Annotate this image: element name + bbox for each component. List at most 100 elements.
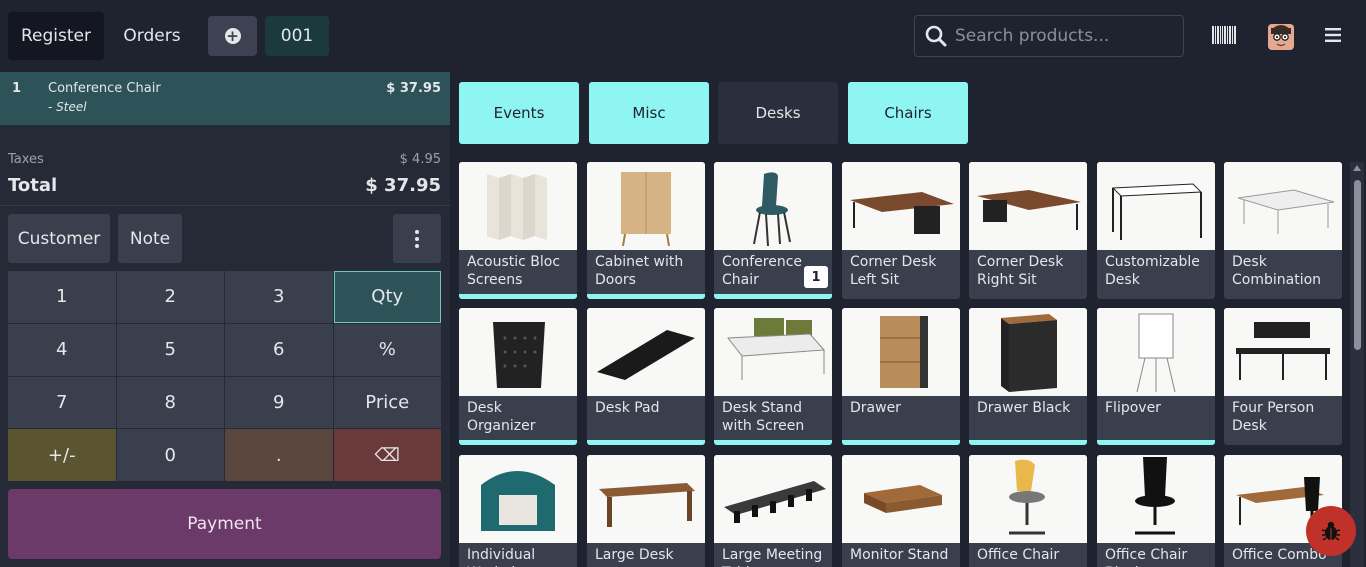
product-card[interactable]: Office Chair bbox=[969, 455, 1087, 567]
product-search[interactable] bbox=[914, 15, 1184, 57]
debug-button[interactable] bbox=[1306, 506, 1356, 556]
numpad-key-1[interactable]: 1 bbox=[8, 271, 116, 323]
customer-button[interactable]: Customer bbox=[8, 214, 110, 263]
numpad-key-0[interactable]: 0 bbox=[116, 429, 224, 481]
product-name: Acoustic Bloc Screens bbox=[467, 254, 561, 288]
numpad-decimal[interactable]: . bbox=[225, 429, 333, 481]
numpad-key-9[interactable]: 9 bbox=[225, 376, 333, 429]
category-color-bar bbox=[459, 294, 577, 299]
new-order-button[interactable]: + bbox=[208, 16, 257, 56]
product-card[interactable]: Corner Desk Left Sit bbox=[842, 162, 960, 299]
product-card[interactable]: Monitor Stand bbox=[842, 455, 960, 567]
numpad-key-5[interactable]: 5 bbox=[116, 323, 224, 376]
numpad-key-4[interactable]: 4 bbox=[8, 323, 116, 376]
category-color-bar bbox=[714, 440, 832, 445]
product-card[interactable]: Corner Desk Right Sit bbox=[969, 162, 1087, 299]
product-image bbox=[969, 455, 1087, 543]
product-card[interactable]: Acoustic Bloc Screens bbox=[459, 162, 577, 299]
product-name: Large Meeting Table bbox=[722, 547, 823, 567]
product-name: Customizable Desk bbox=[1105, 254, 1200, 288]
product-name: Corner Desk Left Sit bbox=[850, 254, 937, 288]
taxes-value: $ 4.95 bbox=[399, 152, 441, 167]
category-color-bar bbox=[459, 440, 577, 445]
total-value: $ 37.95 bbox=[365, 175, 441, 196]
product-name: Flipover bbox=[1105, 400, 1161, 416]
category-events[interactable]: Events bbox=[459, 82, 579, 144]
product-card[interactable]: Desk Pad bbox=[587, 308, 705, 445]
product-image bbox=[1224, 308, 1342, 396]
numpad-backspace[interactable]: ⌫ bbox=[333, 429, 441, 481]
current-order-tab[interactable]: 001 bbox=[265, 16, 329, 56]
numpad-qty-mode[interactable]: Qty bbox=[333, 271, 441, 323]
hamburger-menu-icon[interactable] bbox=[1325, 28, 1341, 42]
product-name: Monitor Stand bbox=[850, 547, 949, 563]
product-name: Desk Stand with Screen bbox=[722, 400, 805, 434]
user-avatar[interactable] bbox=[1268, 24, 1294, 50]
order-line-price: $ 37.95 bbox=[386, 81, 441, 96]
product-image bbox=[842, 162, 960, 250]
product-name: Office Chair bbox=[977, 547, 1060, 563]
product-grid: Acoustic Bloc Screens Cabinet with Doors… bbox=[459, 162, 1349, 567]
product-image bbox=[1097, 162, 1215, 250]
orders-button[interactable]: Orders bbox=[112, 12, 192, 60]
product-name: Corner Desk Right Sit bbox=[977, 254, 1064, 288]
numpad-key-7[interactable]: 7 bbox=[8, 376, 116, 429]
payment-button[interactable]: Payment bbox=[8, 489, 441, 559]
scroll-up-arrow-icon[interactable] bbox=[1353, 165, 1361, 171]
note-button[interactable]: Note bbox=[118, 214, 182, 263]
search-input[interactable] bbox=[955, 26, 1175, 46]
product-image bbox=[714, 455, 832, 543]
product-grid-scrollbar[interactable] bbox=[1350, 162, 1364, 567]
product-card[interactable]: Desk Organizer bbox=[459, 308, 577, 445]
product-image bbox=[842, 308, 960, 396]
numpad-key-2[interactable]: 2 bbox=[116, 271, 224, 323]
numpad-key-6[interactable]: 6 bbox=[225, 323, 333, 376]
product-name: Individual Workplace bbox=[467, 547, 540, 567]
category-color-bar bbox=[714, 294, 832, 299]
product-card[interactable]: Flipover bbox=[1097, 308, 1215, 445]
product-card[interactable]: Large Desk bbox=[587, 455, 705, 567]
numpad-sign-toggle[interactable]: +/- bbox=[8, 429, 116, 481]
barcode-icon[interactable] bbox=[1212, 26, 1236, 44]
category-desks[interactable]: Desks bbox=[718, 82, 838, 144]
product-card[interactable]: Desk Combination bbox=[1224, 162, 1342, 299]
order-panel: 1 Conference Chair - Steel $ 37.95 Taxes… bbox=[0, 72, 450, 567]
category-misc[interactable]: Misc bbox=[589, 82, 709, 144]
product-image bbox=[459, 455, 577, 543]
order-line[interactable]: 1 Conference Chair - Steel $ 37.95 bbox=[0, 72, 450, 125]
more-actions-button[interactable] bbox=[393, 214, 441, 263]
product-card[interactable]: Cabinet with Doors bbox=[587, 162, 705, 299]
register-button[interactable]: Register bbox=[8, 12, 104, 60]
product-card[interactable]: Office Chair Black bbox=[1097, 455, 1215, 567]
numpad-key-3[interactable]: 3 bbox=[225, 271, 333, 323]
numpad-discount-mode[interactable]: % bbox=[333, 323, 441, 376]
product-card[interactable]: Conference Chair 1 bbox=[714, 162, 832, 299]
product-card[interactable]: Desk Stand with Screen bbox=[714, 308, 832, 445]
product-image bbox=[459, 308, 577, 396]
total-label: Total bbox=[8, 175, 58, 196]
product-card[interactable]: Large Meeting Table bbox=[714, 455, 832, 567]
numpad-price-mode[interactable]: Price bbox=[333, 376, 441, 429]
product-image bbox=[1097, 308, 1215, 396]
product-name: Large Desk bbox=[595, 547, 674, 563]
product-card[interactable]: Customizable Desk bbox=[1097, 162, 1215, 299]
category-color-bar bbox=[587, 294, 705, 299]
numpad-key-8[interactable]: 8 bbox=[116, 376, 224, 429]
product-image bbox=[969, 308, 1087, 396]
product-panel: Events Misc Desks Chairs Acoustic Bloc S… bbox=[450, 72, 1366, 567]
product-image bbox=[1097, 455, 1215, 543]
product-image bbox=[587, 162, 705, 250]
product-name: Drawer Black bbox=[977, 400, 1071, 416]
product-card[interactable]: Drawer Black bbox=[969, 308, 1087, 445]
product-image bbox=[842, 455, 960, 543]
order-line-variant: - Steel bbox=[48, 100, 87, 114]
product-card[interactable]: Four Person Desk bbox=[1224, 308, 1342, 445]
category-color-bar bbox=[842, 440, 960, 445]
product-card[interactable]: Individual Workplace bbox=[459, 455, 577, 567]
category-chairs[interactable]: Chairs bbox=[848, 82, 968, 144]
taxes-label: Taxes bbox=[8, 152, 44, 167]
product-card[interactable]: Drawer bbox=[842, 308, 960, 445]
product-image bbox=[587, 308, 705, 396]
scrollbar-thumb[interactable] bbox=[1354, 180, 1361, 350]
product-name: Desk Combination bbox=[1232, 254, 1322, 288]
